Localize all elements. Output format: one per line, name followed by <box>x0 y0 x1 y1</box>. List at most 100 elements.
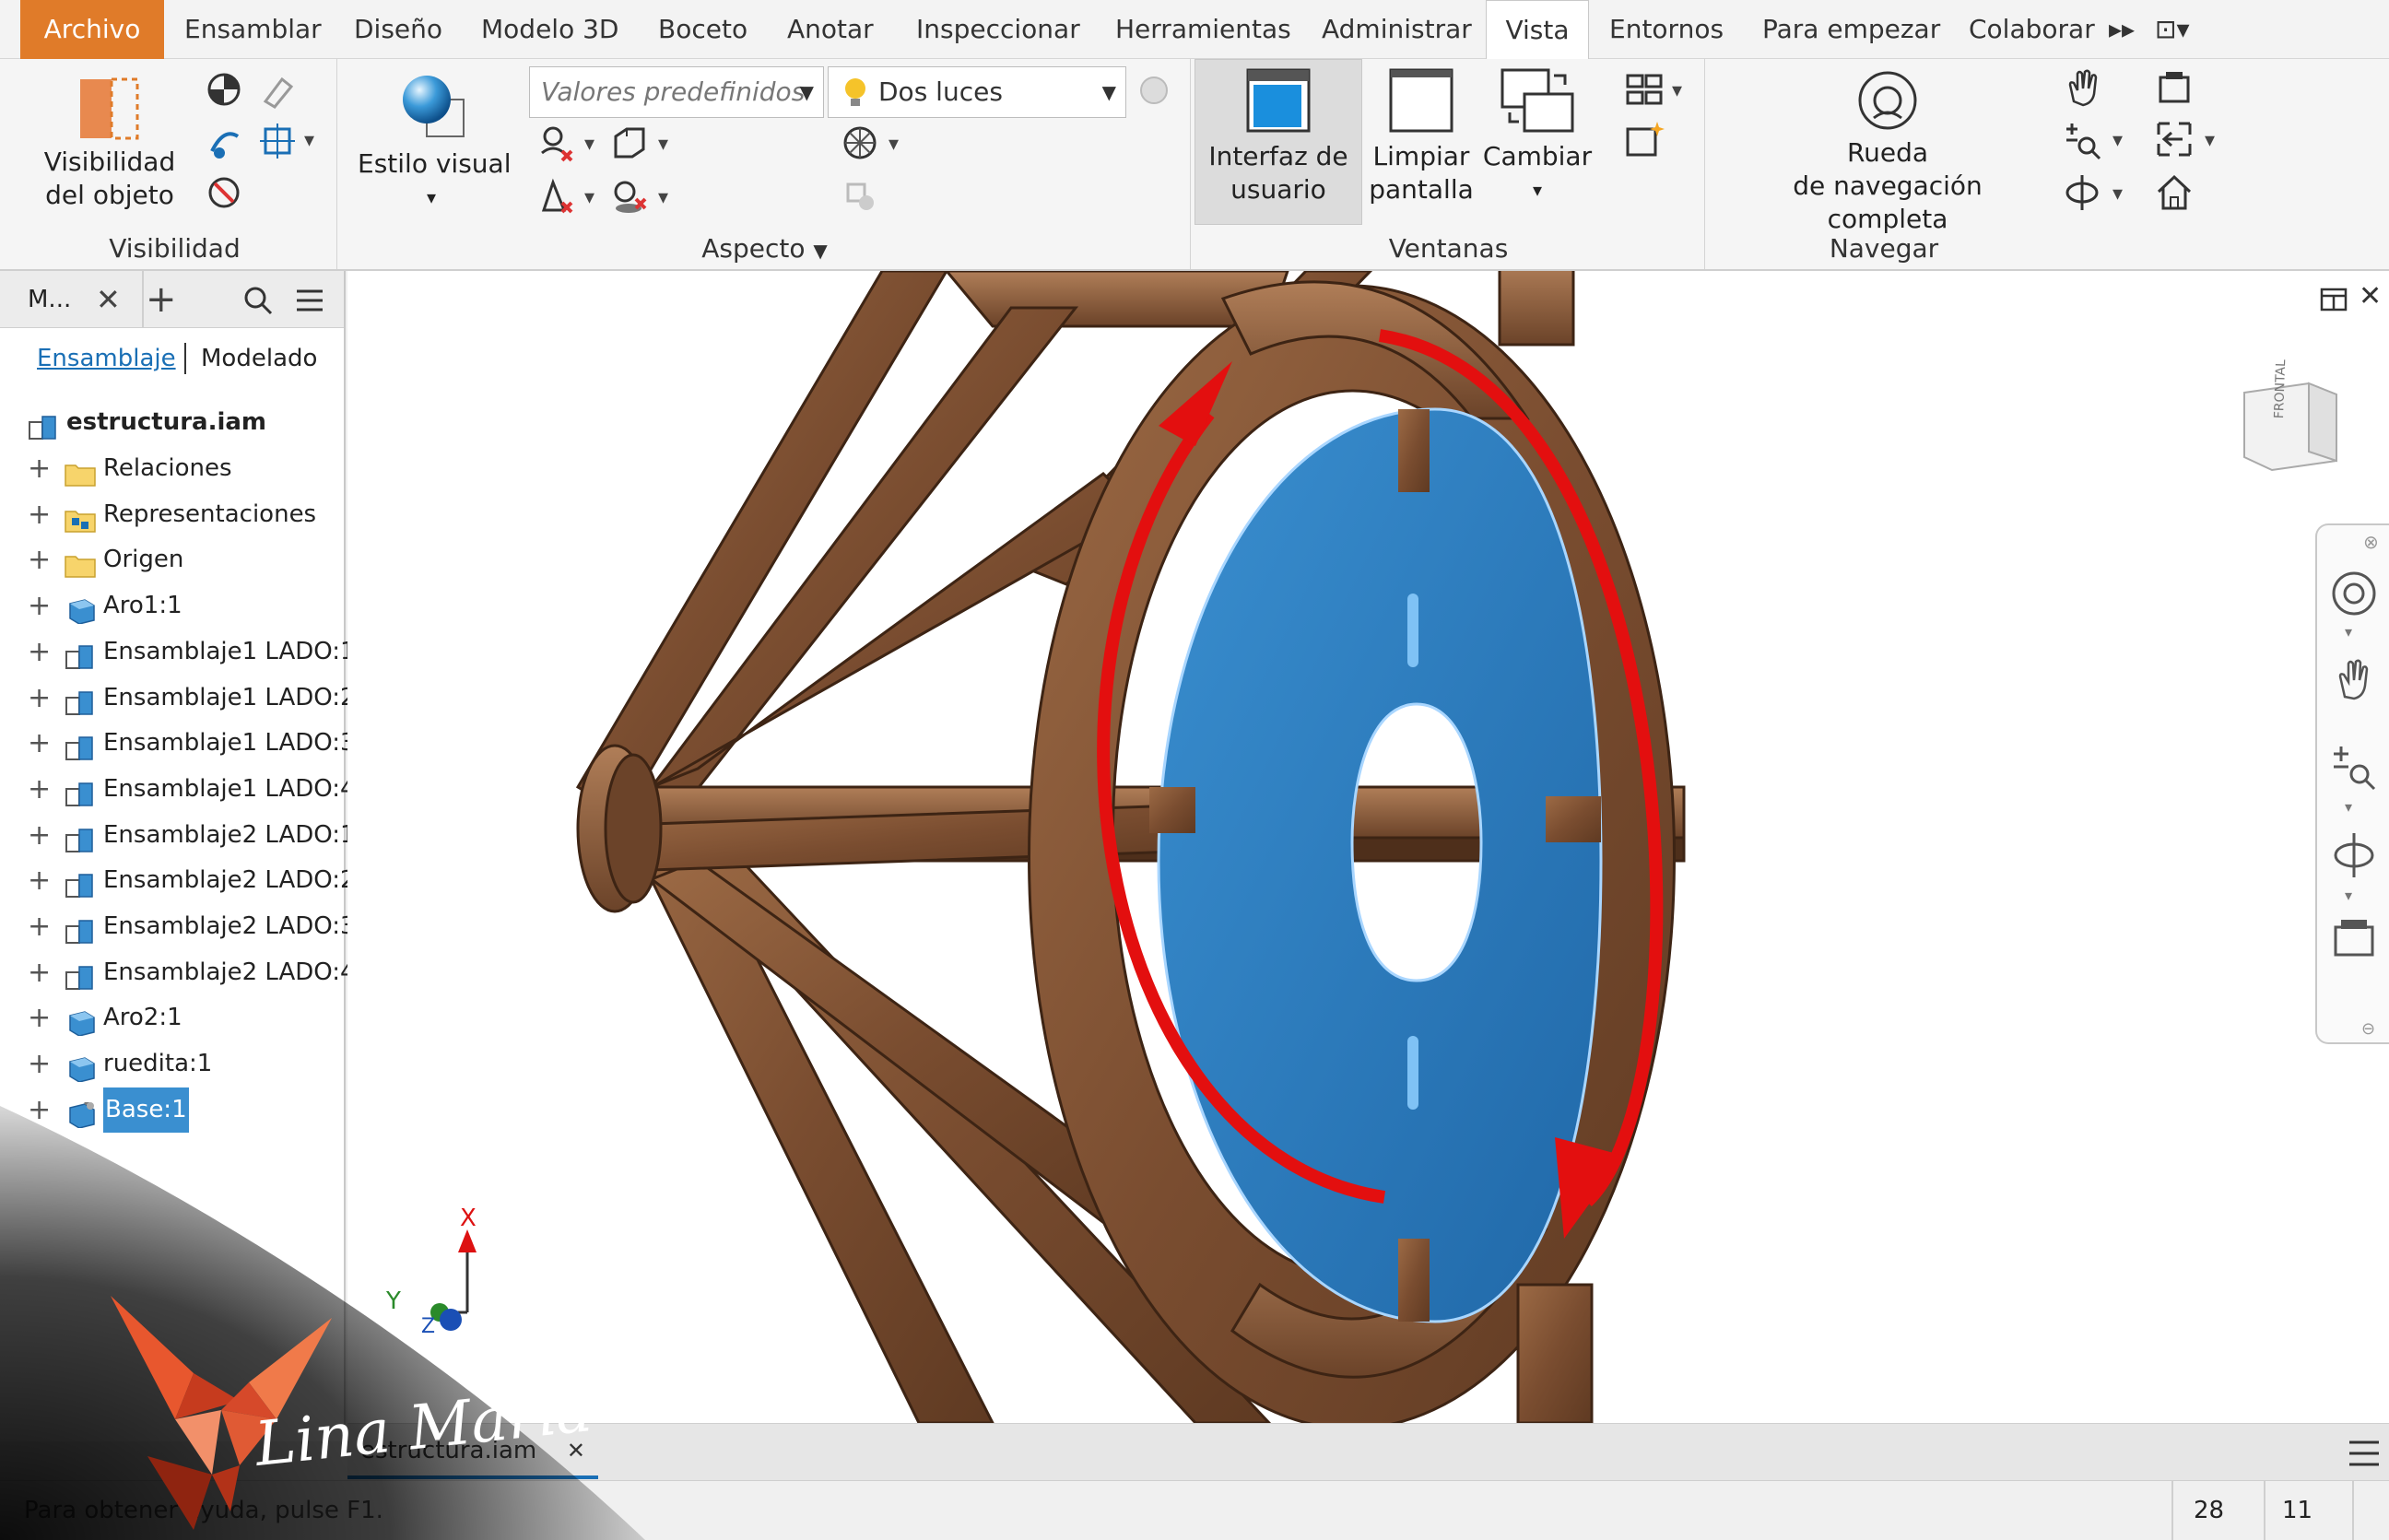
section-view-icon[interactable] <box>201 118 247 164</box>
navbar-close-icon[interactable]: ⊗ <box>2363 531 2379 553</box>
clean-screen-button[interactable]: Limpiar pantalla <box>1366 66 1477 223</box>
tree-node[interactable]: + Ensamblaje2 LADO:2 <box>0 858 356 903</box>
expand-icon[interactable]: + <box>28 1041 51 1087</box>
shadows-icon[interactable] <box>533 120 579 166</box>
search-icon[interactable] <box>241 284 275 317</box>
tree-node[interactable]: + ruedita:1 <box>0 1041 344 1087</box>
tab-modelo-3d[interactable]: Modelo 3D <box>465 0 635 59</box>
navbar-wheel-icon[interactable] <box>2328 568 2380 619</box>
close-tab-icon[interactable]: ✕ <box>96 271 121 328</box>
visual-style-button[interactable]: Estilo visual ▾ <box>358 65 511 221</box>
expand-icon[interactable]: + <box>28 676 51 721</box>
ground-plane-icon[interactable] <box>837 120 883 166</box>
navbar-orbit-icon[interactable] <box>2328 829 2380 881</box>
document-tab[interactable]: estructura.iam ✕ <box>347 1424 598 1479</box>
new-window-icon[interactable] <box>1622 118 1666 162</box>
shadows-dropdown-icon[interactable]: ▾ <box>584 133 594 156</box>
expand-icon[interactable]: + <box>28 950 51 995</box>
reflections-icon[interactable] <box>533 173 579 219</box>
navbar-wheel-dropdown-icon[interactable]: ▾ <box>2345 623 2352 641</box>
tree-node[interactable]: + Ensamblaje1 LADO:4 <box>0 767 356 812</box>
half-section-icon[interactable] <box>254 66 300 112</box>
full-navigation-wheel-button[interactable]: Rueda de navegación completa <box>1731 66 2044 234</box>
tree-node[interactable]: + Ensamblaje1 LADO:1 <box>0 629 356 675</box>
tree-node[interactable]: + Ensamblaje2 LADO:4 <box>0 950 356 995</box>
lighting-options-icon[interactable] <box>1134 70 1174 111</box>
tree-node[interactable]: + Aro2:1 <box>0 995 344 1040</box>
presets-combo[interactable]: Valores predefinidos ▼ <box>529 66 824 118</box>
navbar-pan-icon[interactable] <box>2328 654 2380 706</box>
switch-window-button[interactable]: Cambiar ▾ <box>1480 66 1595 223</box>
tab-entornos[interactable]: Entornos <box>1593 0 1740 59</box>
orbit-dropdown-icon[interactable]: ▾ <box>2112 182 2123 206</box>
ray-tracing-icon[interactable] <box>837 173 883 219</box>
expand-icon[interactable]: + <box>28 446 51 491</box>
tree-node[interactable]: + Relaciones <box>0 446 344 491</box>
tree-node[interactable]: + Ensamblaje2 LADO:3 <box>0 904 356 949</box>
section-dropdown-icon[interactable]: ▾ <box>304 129 314 152</box>
look-at-icon[interactable] <box>2151 65 2197 111</box>
expand-icon[interactable]: + <box>28 583 51 629</box>
navbar-zoom-icon[interactable] <box>2328 741 2380 793</box>
add-tab-icon[interactable]: + <box>146 271 177 328</box>
ambient-shadow-icon[interactable] <box>606 173 653 219</box>
document-tab-close-icon[interactable]: ✕ <box>567 1424 585 1477</box>
user-interface-button[interactable]: Interfaz de usuario <box>1194 66 1362 223</box>
zoom-icon[interactable] <box>2059 116 2105 162</box>
tab-para-empezar[interactable]: Para empezar <box>1746 0 1957 59</box>
close-view-icon[interactable]: ✕ <box>2359 280 2382 312</box>
viewcube[interactable]: FRONTAL <box>2235 359 2355 474</box>
tree-node[interactable]: + Base:1 <box>0 1087 344 1133</box>
expand-icon[interactable]: + <box>28 858 51 903</box>
orbit-icon[interactable] <box>2059 170 2105 216</box>
object-visibility-button[interactable]: Visibilidad del objeto <box>31 68 188 225</box>
arrange-windows-icon[interactable] <box>1622 68 1666 112</box>
tab-diseno[interactable]: Diseño <box>337 0 459 59</box>
view-dropdown-icon[interactable]: ▾ <box>2205 129 2215 152</box>
tab-archivo[interactable]: Archivo <box>20 0 164 59</box>
ambient-shadow-dropdown-icon[interactable]: ▾ <box>658 186 668 209</box>
tab-anotar[interactable]: Anotar <box>771 0 890 59</box>
expand-icon[interactable]: + <box>28 904 51 949</box>
restore-view-icon[interactable] <box>2318 284 2351 317</box>
expand-icon[interactable]: + <box>28 813 51 858</box>
zoom-dropdown-icon[interactable]: ▾ <box>2112 129 2123 152</box>
lighting-combo[interactable]: Dos luces ▼ <box>828 66 1126 118</box>
tree-node[interactable]: + Origen <box>0 537 344 582</box>
expand-icon[interactable]: + <box>28 492 51 537</box>
tree-root[interactable]: estructura.iam <box>0 400 344 445</box>
tab-vista[interactable]: Vista <box>1486 0 1589 60</box>
menu-icon[interactable] <box>293 284 326 317</box>
mode-tab-ensamblaje[interactable]: Ensamblaje <box>37 328 176 389</box>
expand-icon[interactable]: + <box>28 721 51 766</box>
expand-icon[interactable]: + <box>28 537 51 582</box>
navbar-look-at-icon[interactable] <box>2328 912 2380 964</box>
navbar-orbit-dropdown-icon[interactable]: ▾ <box>2345 887 2352 904</box>
browser-tab-model[interactable]: M... <box>28 271 71 328</box>
previous-view-icon[interactable] <box>2151 116 2197 162</box>
arrange-dropdown-icon[interactable]: ▾ <box>1672 79 1682 102</box>
aspecto-expand-icon[interactable]: ▼ <box>813 240 827 262</box>
mode-tab-modelado[interactable]: Modelado <box>201 328 317 389</box>
quarter-section-icon[interactable] <box>254 118 300 164</box>
end-section-icon[interactable] <box>201 170 247 216</box>
tree-node[interactable]: + Aro1:1 <box>0 583 344 629</box>
tree-node[interactable]: + Ensamblaje1 LADO:3 <box>0 721 356 766</box>
ribbon-options-icon[interactable]: ⊡▾ <box>2149 0 2195 59</box>
expand-icon[interactable]: + <box>28 995 51 1040</box>
graphics-window[interactable]: X Y Z ✕ FRONTAL <box>347 271 2389 1423</box>
more-tabs-icon[interactable]: ▸▸ <box>2103 0 2140 59</box>
expand-icon[interactable]: + <box>28 1087 51 1133</box>
tree-node[interactable]: + Ensamblaje2 LADO:1 <box>0 813 356 858</box>
navbar-customize-icon[interactable]: ⊖ <box>2361 1019 2375 1039</box>
tab-inspeccionar[interactable]: Inspeccionar <box>900 0 1097 59</box>
reflections-dropdown-icon[interactable]: ▾ <box>584 186 594 209</box>
navbar-zoom-dropdown-icon[interactable]: ▾ <box>2345 798 2352 816</box>
home-view-icon[interactable] <box>2151 170 2197 216</box>
expand-icon[interactable]: + <box>28 767 51 812</box>
tree-node[interactable]: + Ensamblaje1 LADO:2 <box>0 676 356 721</box>
pan-icon[interactable] <box>2059 65 2105 111</box>
tab-administrar[interactable]: Administrar <box>1305 0 1489 59</box>
tree-node[interactable]: + Representaciones <box>0 492 344 537</box>
visibility-toggle-icon[interactable] <box>201 66 247 112</box>
